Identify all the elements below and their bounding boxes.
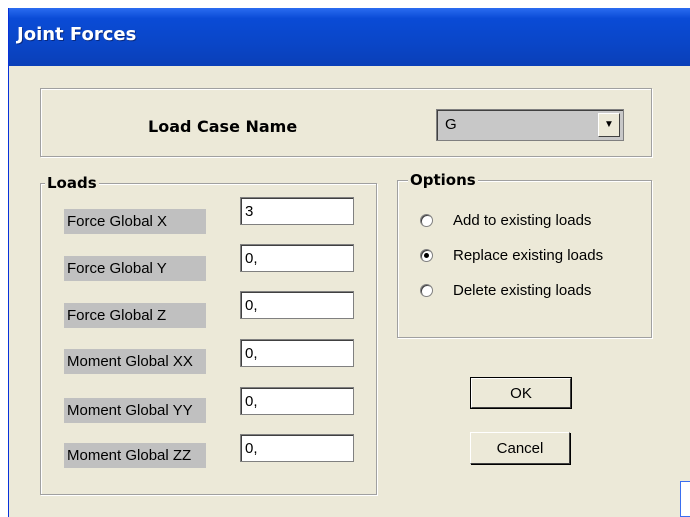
add-radio[interactable] [420,214,433,227]
force-global-x-label: Force Global X [64,209,206,234]
load-case-select[interactable]: G ▼ [436,109,624,141]
moment-global-xx-label: Moment Global XX [64,349,206,374]
force-global-y-input[interactable] [240,244,354,272]
background-window-edge [680,481,690,517]
option-replace-existing[interactable]: Replace existing loads [420,246,640,266]
window-title: Joint Forces [17,24,137,45]
load-case-label: Load Case Name [148,117,298,136]
ok-button[interactable]: OK [470,377,572,409]
options-title: Options [408,171,478,189]
moment-global-xx-input[interactable] [240,339,354,367]
force-global-z-label: Force Global Z [64,303,206,328]
force-global-x-input[interactable] [240,197,354,225]
load-case-value: G [445,116,457,133]
moment-global-zz-input[interactable] [240,434,354,462]
radio-selected-dot [424,253,429,258]
option-add-existing[interactable]: Add to existing loads [420,211,620,231]
moment-global-zz-label: Moment Global ZZ [64,443,206,468]
delete-radio[interactable] [420,284,433,297]
moment-global-yy-input[interactable] [240,387,354,415]
delete-label: Delete existing loads [453,282,592,299]
cancel-button[interactable]: Cancel [470,432,570,464]
moment-global-yy-label: Moment Global YY [64,398,206,423]
option-delete-existing[interactable]: Delete existing loads [420,281,620,301]
loads-title: Loads [45,174,99,192]
replace-radio[interactable] [420,249,433,262]
replace-label: Replace existing loads [453,247,604,264]
chevron-down-icon[interactable]: ▼ [598,113,620,137]
title-bar[interactable]: Joint Forces [9,8,690,66]
force-global-z-input[interactable] [240,291,354,319]
force-global-y-label: Force Global Y [64,256,206,281]
add-label: Add to existing loads [453,212,592,229]
